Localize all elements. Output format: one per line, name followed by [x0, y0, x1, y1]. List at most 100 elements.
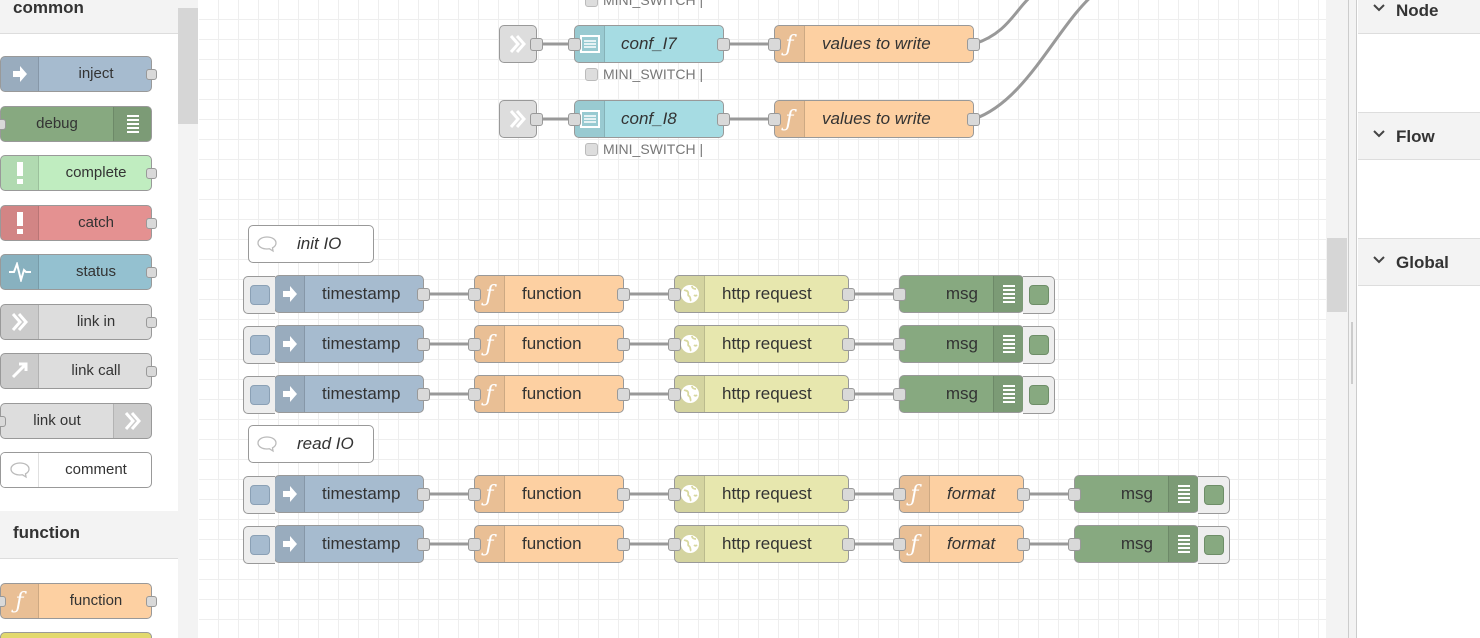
function-node-format[interactable]: ƒ format [893, 525, 1030, 563]
palette-node-link-out[interactable]: link out [0, 403, 152, 439]
function-node[interactable]: ƒ values to write [768, 100, 980, 138]
inject-node[interactable]: timestamp [243, 375, 430, 414]
function-node[interactable]: ƒ function [468, 475, 630, 513]
palette-scrollbar-thumb[interactable] [178, 8, 198, 124]
debug-toggle-button[interactable] [1023, 376, 1055, 414]
section-node[interactable]: Node [1358, 0, 1480, 34]
function-node[interactable]: ƒ function [468, 275, 630, 313]
config-node[interactable]: conf_I8 [568, 100, 730, 138]
link-in-node[interactable] [499, 100, 543, 138]
output-port[interactable] [617, 538, 630, 551]
inject-button[interactable] [243, 376, 275, 414]
output-port[interactable] [617, 388, 630, 401]
input-port[interactable] [568, 113, 581, 126]
workspace-scrollbar-track[interactable] [1326, 0, 1348, 638]
output-port[interactable] [417, 388, 430, 401]
inject-button[interactable] [243, 526, 275, 564]
input-port[interactable] [768, 113, 781, 126]
palette-node-catch[interactable]: catch [0, 205, 157, 241]
input-port[interactable] [668, 388, 681, 401]
palette-node-complete[interactable]: complete [0, 155, 157, 191]
function-node[interactable]: ƒ function [468, 325, 630, 363]
palette-category-function[interactable]: function [0, 511, 178, 559]
palette-node-status[interactable]: status [0, 254, 157, 290]
output-port[interactable] [842, 338, 855, 351]
input-port[interactable] [768, 38, 781, 51]
palette-node-link-call[interactable]: link call [0, 353, 157, 389]
palette-node-inject[interactable]: inject [0, 56, 157, 92]
output-port[interactable] [967, 38, 980, 51]
output-port[interactable] [617, 288, 630, 301]
debug-node[interactable]: msg [893, 275, 1055, 314]
output-port[interactable] [417, 538, 430, 551]
input-port[interactable] [668, 538, 681, 551]
palette-node-debug[interactable]: debug [0, 106, 152, 142]
output-port[interactable] [617, 338, 630, 351]
input-port[interactable] [468, 538, 481, 551]
http-request-node[interactable]: http request [668, 325, 855, 363]
inject-node[interactable]: timestamp [243, 475, 430, 514]
debug-node[interactable]: msg [893, 325, 1055, 364]
function-node[interactable]: ƒ function [468, 375, 630, 413]
comment-node[interactable]: init IO [248, 225, 374, 263]
input-port[interactable] [468, 338, 481, 351]
output-port[interactable] [967, 113, 980, 126]
palette-category-common[interactable]: common [0, 0, 178, 34]
palette-node-function[interactable]: ƒ function [0, 583, 157, 619]
debug-toggle-button[interactable] [1198, 476, 1230, 514]
link-in-node[interactable] [499, 25, 543, 63]
output-port[interactable] [717, 38, 730, 51]
output-port[interactable] [717, 113, 730, 126]
function-node[interactable]: ƒ values to write [768, 25, 980, 63]
input-port[interactable] [668, 338, 681, 351]
output-port[interactable] [842, 288, 855, 301]
palette-node-link-in[interactable]: link in [0, 304, 157, 340]
output-port[interactable] [417, 338, 430, 351]
output-port[interactable] [530, 38, 543, 51]
inject-button[interactable] [243, 476, 275, 514]
http-request-node[interactable]: http request [668, 475, 855, 513]
output-port[interactable] [417, 288, 430, 301]
input-port[interactable] [1068, 488, 1081, 501]
debug-node[interactable]: msg [893, 375, 1055, 414]
http-request-node[interactable]: http request [668, 375, 855, 413]
output-port[interactable] [417, 488, 430, 501]
input-port[interactable] [893, 488, 906, 501]
palette-node-comment[interactable]: comment [0, 452, 152, 488]
section-global[interactable]: Global [1358, 238, 1480, 286]
output-port[interactable] [842, 488, 855, 501]
debug-node[interactable]: msg [1068, 475, 1230, 514]
debug-toggle-button[interactable] [1023, 326, 1055, 364]
input-port[interactable] [893, 538, 906, 551]
input-port[interactable] [1068, 538, 1081, 551]
input-port[interactable] [893, 338, 906, 351]
function-node-format[interactable]: ƒ format [893, 475, 1030, 513]
debug-toggle-button[interactable] [1023, 276, 1055, 314]
inject-button[interactable] [243, 326, 275, 364]
output-port[interactable] [1017, 488, 1030, 501]
input-port[interactable] [568, 38, 581, 51]
inject-button[interactable] [243, 276, 275, 314]
output-port[interactable] [530, 113, 543, 126]
output-port[interactable] [842, 388, 855, 401]
input-port[interactable] [468, 388, 481, 401]
workspace-scrollbar-thumb[interactable] [1327, 238, 1347, 312]
function-node[interactable]: ƒ function [468, 525, 630, 563]
input-port[interactable] [893, 288, 906, 301]
debug-node[interactable]: msg [1068, 525, 1230, 564]
http-request-node[interactable]: http request [668, 275, 855, 313]
http-request-node[interactable]: http request [668, 525, 855, 563]
input-port[interactable] [668, 288, 681, 301]
inject-node[interactable]: timestamp [243, 325, 430, 364]
output-port[interactable] [617, 488, 630, 501]
palette-node-partial[interactable] [0, 632, 152, 638]
flow-workspace[interactable]: MINI_SWITCH | conf_I7 MINI_SWITCH | ƒ va… [199, 0, 1326, 638]
output-port[interactable] [842, 538, 855, 551]
input-port[interactable] [893, 388, 906, 401]
inject-node[interactable]: timestamp [243, 525, 430, 564]
input-port[interactable] [668, 488, 681, 501]
sidebar-resize-handle[interactable] [1348, 0, 1357, 638]
input-port[interactable] [468, 488, 481, 501]
section-flow[interactable]: Flow [1358, 112, 1480, 160]
output-port[interactable] [1017, 538, 1030, 551]
